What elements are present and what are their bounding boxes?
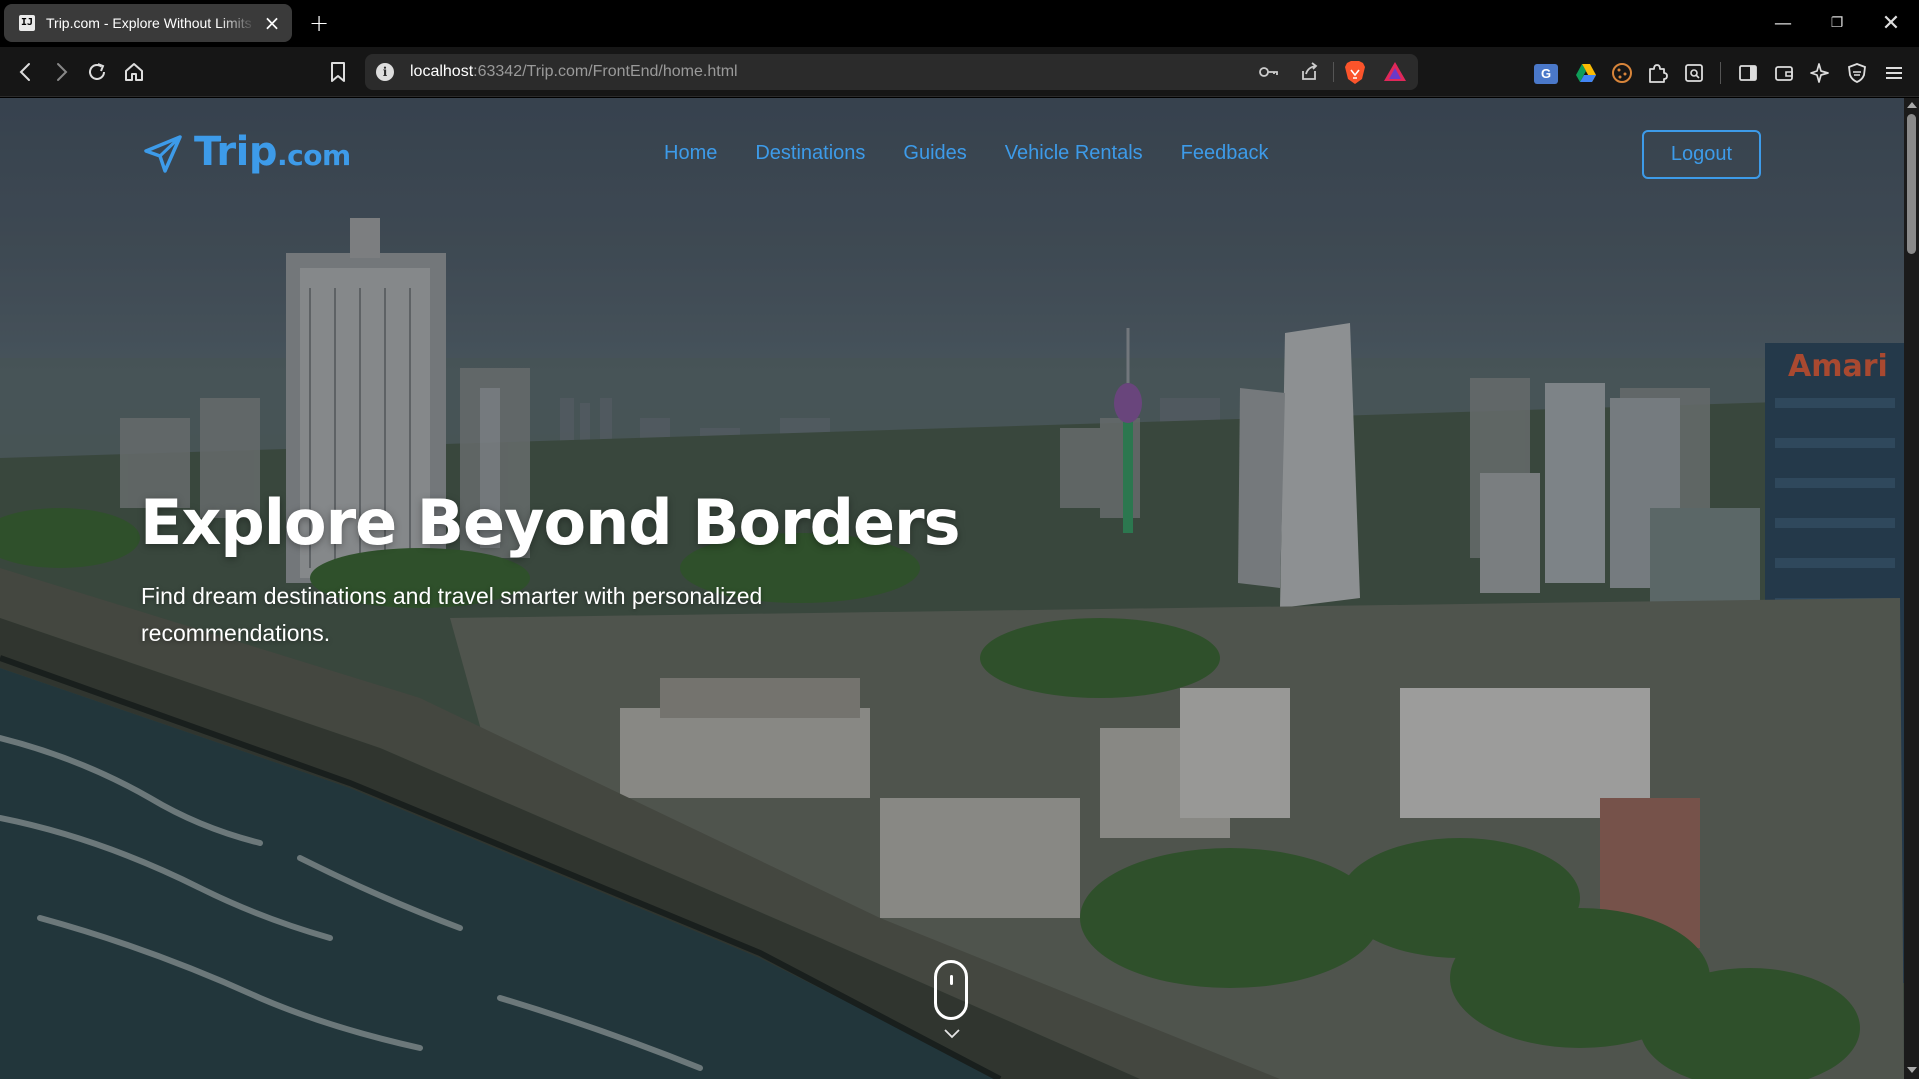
intellij-favicon-icon: IJ bbox=[19, 15, 35, 31]
hero-title: Explore Beyond Borders bbox=[140, 486, 961, 559]
google-drive-icon[interactable] bbox=[1572, 61, 1600, 85]
bookmark-button[interactable] bbox=[322, 56, 354, 88]
main-navigation: Home Destinations Guides Vehicle Rentals… bbox=[664, 138, 1269, 168]
site-logo[interactable]: Trip.com bbox=[142, 130, 351, 178]
logo-text: Trip.com bbox=[194, 130, 351, 178]
back-arrow-icon bbox=[19, 63, 30, 81]
home-icon bbox=[125, 63, 143, 81]
url-host: localhost bbox=[410, 63, 474, 80]
translate-icon[interactable]: G bbox=[1534, 64, 1558, 84]
url-path: :63342/Trip.com/FrontEnd/home.html bbox=[473, 63, 738, 80]
scroll-up-arrow-icon[interactable] bbox=[1907, 102, 1917, 108]
cookie-icon[interactable] bbox=[1608, 61, 1636, 85]
url-separator bbox=[1333, 62, 1334, 82]
browser-tab-bar: IJ Trip.com - Explore Without Limits × +… bbox=[0, 0, 1919, 47]
tab-title: Trip.com - Explore Without Limits bbox=[46, 15, 252, 31]
site-header: Trip.com Home Destinations Guides Vehicl… bbox=[0, 98, 1904, 198]
key-icon[interactable] bbox=[1256, 59, 1282, 85]
address-bar[interactable]: i localhost:63342/Trip.com/FrontEnd/home… bbox=[365, 54, 1418, 90]
mouse-wheel bbox=[950, 975, 953, 985]
nav-link-guides[interactable]: Guides bbox=[903, 138, 966, 168]
window-close-button[interactable]: ✕ bbox=[1864, 0, 1918, 47]
nav-link-vehicle-rentals[interactable]: Vehicle Rentals bbox=[1005, 138, 1143, 168]
page-scrollbar[interactable] bbox=[1904, 98, 1919, 1079]
hero-section: Amari Trip.com Home Destinations Guides … bbox=[0, 98, 1904, 1079]
back-button[interactable] bbox=[10, 56, 42, 88]
logout-button[interactable]: Logout bbox=[1642, 130, 1761, 179]
vpn-shield-icon[interactable] bbox=[1843, 61, 1871, 85]
reload-icon bbox=[89, 63, 105, 80]
mouse-scroll-icon[interactable] bbox=[934, 960, 968, 1020]
new-tab-button[interactable]: + bbox=[304, 8, 334, 38]
leo-ai-icon[interactable] bbox=[1806, 61, 1834, 85]
paper-plane-icon bbox=[144, 135, 182, 173]
brave-rewards-icon[interactable] bbox=[1383, 60, 1407, 84]
wallet-icon[interactable] bbox=[1770, 61, 1798, 85]
window-minimize-button[interactable]: — bbox=[1756, 0, 1810, 47]
tab-close-icon[interactable]: × bbox=[262, 13, 282, 33]
nav-link-destinations[interactable]: Destinations bbox=[755, 138, 865, 168]
bookmark-icon bbox=[331, 62, 345, 82]
chevron-down-icon[interactable] bbox=[940, 1024, 964, 1044]
brave-shields-icon[interactable] bbox=[1343, 59, 1367, 85]
logo-tld: .com bbox=[276, 139, 351, 172]
share-icon[interactable] bbox=[1296, 59, 1322, 85]
forward-arrow-icon bbox=[57, 63, 68, 81]
url-text[interactable]: localhost:63342/Trip.com/FrontEnd/home.h… bbox=[410, 54, 738, 90]
nav-link-home[interactable]: Home bbox=[664, 138, 717, 168]
hero-subtitle: Find dream destinations and travel smart… bbox=[141, 583, 763, 646]
reload-button[interactable] bbox=[81, 56, 113, 88]
extensions-puzzle-icon[interactable] bbox=[1643, 61, 1671, 85]
home-button[interactable] bbox=[118, 56, 150, 88]
reader-mode-icon[interactable] bbox=[1680, 61, 1708, 85]
sidebar-icon[interactable] bbox=[1734, 61, 1762, 85]
browser-tab-active[interactable]: IJ Trip.com - Explore Without Limits × bbox=[4, 4, 292, 42]
scroll-down-arrow-icon[interactable] bbox=[1907, 1067, 1917, 1073]
site-info-icon[interactable]: i bbox=[376, 63, 394, 81]
logo-brand: Trip bbox=[194, 129, 277, 175]
menu-icon[interactable] bbox=[1880, 61, 1908, 85]
toolbar-separator bbox=[1720, 62, 1721, 84]
forward-button[interactable] bbox=[45, 56, 77, 88]
nav-link-feedback[interactable]: Feedback bbox=[1181, 138, 1269, 168]
browser-toolbar: i localhost:63342/Trip.com/FrontEnd/home… bbox=[0, 47, 1919, 97]
page-viewport: Amari Trip.com Home Destinations Guides … bbox=[0, 98, 1904, 1079]
scrollbar-thumb[interactable] bbox=[1907, 114, 1916, 254]
window-maximize-button[interactable]: ❐ bbox=[1810, 0, 1864, 47]
